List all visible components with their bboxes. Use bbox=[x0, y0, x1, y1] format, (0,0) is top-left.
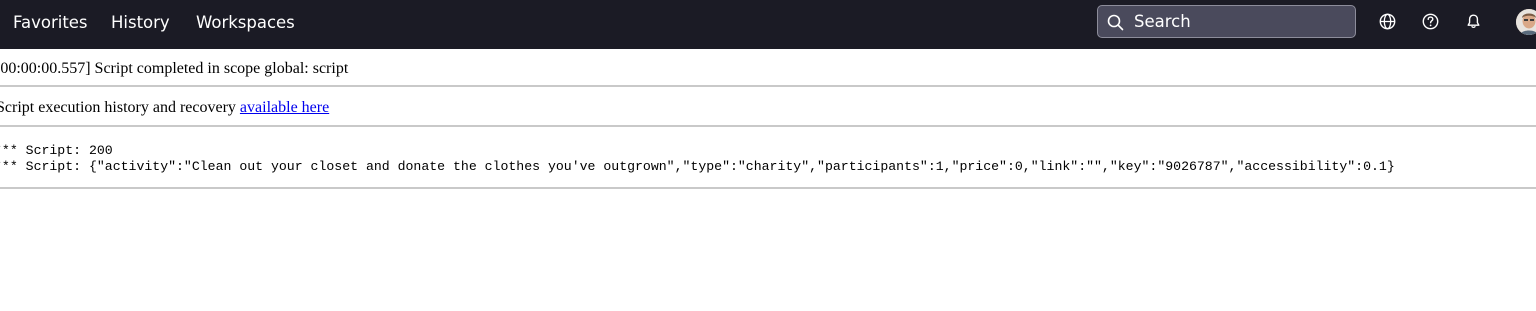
script-output: *** Script: 200 *** Script: {"activity":… bbox=[0, 128, 1536, 189]
script-status-text: [00:00:00.557] Script completed in scope… bbox=[0, 60, 349, 77]
execution-history-row: Script execution history and recovery av… bbox=[0, 88, 1536, 127]
bell-icon[interactable] bbox=[1464, 12, 1483, 31]
help-icon[interactable] bbox=[1421, 12, 1440, 31]
script-status-row: [00:00:00.557] Script completed in scope… bbox=[0, 49, 1536, 87]
output-line: *** Script: {"activity":"Clean out your … bbox=[0, 159, 1395, 174]
history-available-link[interactable]: available here bbox=[240, 99, 329, 116]
top-navigation-bar: Favorites History Workspaces Search bbox=[0, 0, 1536, 49]
avatar-image bbox=[1516, 9, 1536, 35]
nav-history[interactable]: History bbox=[111, 0, 170, 45]
search-icon bbox=[1107, 14, 1124, 31]
nav-favorites[interactable]: Favorites bbox=[13, 0, 88, 45]
nav-workspaces[interactable]: Workspaces bbox=[196, 0, 295, 45]
output-line: *** Script: 200 bbox=[0, 143, 113, 158]
search-placeholder: Search bbox=[1134, 12, 1191, 31]
user-avatar[interactable] bbox=[1516, 9, 1536, 35]
search-input[interactable]: Search bbox=[1097, 5, 1356, 38]
globe-icon[interactable] bbox=[1378, 12, 1397, 31]
execution-history-message: Script execution history and recovery av… bbox=[0, 88, 329, 128]
execution-history-text: Script execution history and recovery bbox=[0, 99, 240, 116]
